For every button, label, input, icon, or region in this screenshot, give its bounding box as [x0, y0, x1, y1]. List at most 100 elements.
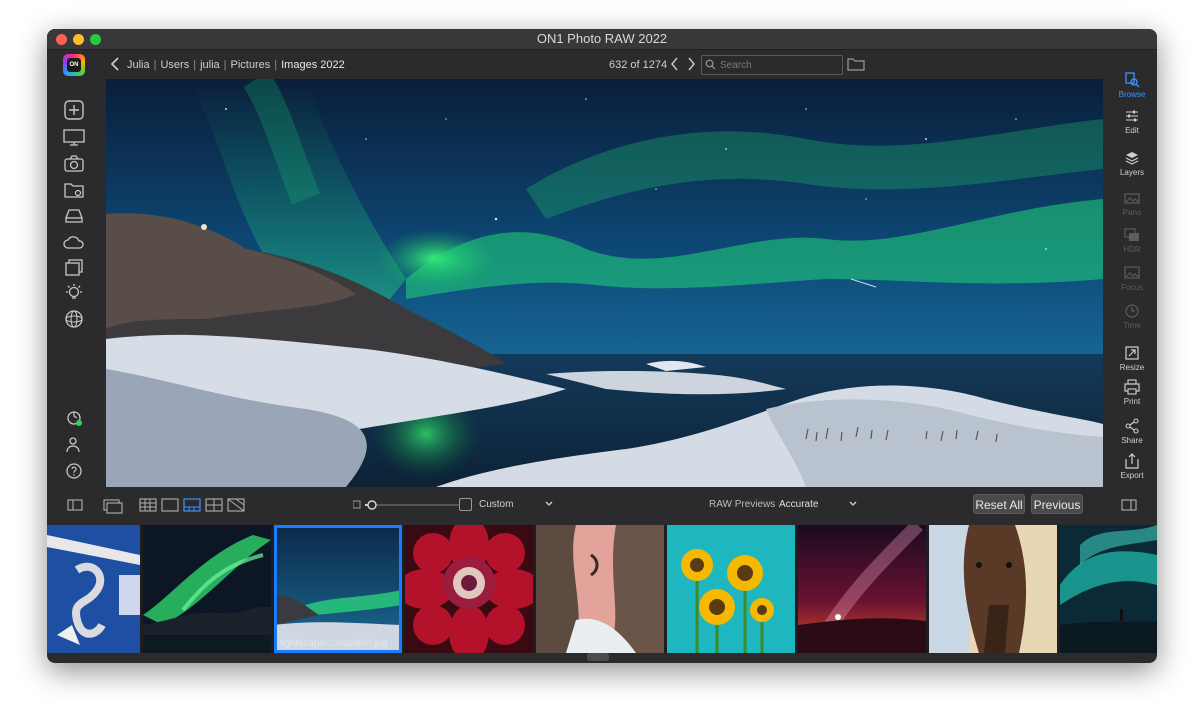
title-bar: ON1 Photo RAW 2022 — [47, 29, 1157, 50]
search-icon — [705, 59, 716, 70]
raw-previews-select[interactable]: Accurate — [779, 499, 818, 510]
module-export[interactable]: Export — [1107, 453, 1157, 480]
thumbnail-aurora-coast[interactable]: lightscape-...nsplash.jpg — [274, 525, 402, 653]
chevron-down-icon[interactable] — [544, 499, 554, 509]
compare-view-icon[interactable] — [205, 498, 223, 514]
module-share[interactable]: Share — [1107, 418, 1157, 445]
folder-search-icon[interactable] — [62, 179, 86, 201]
search-box[interactable] — [701, 55, 843, 75]
main-photo-preview[interactable] — [106, 79, 1103, 487]
folder-icon[interactable] — [847, 57, 865, 71]
thumbnail-horse[interactable] — [929, 525, 1057, 653]
module-browse[interactable]: Browse — [1107, 72, 1157, 99]
albums-icon[interactable] — [62, 256, 86, 278]
monitor-icon[interactable] — [62, 127, 86, 149]
previous-button[interactable]: Previous — [1031, 494, 1083, 514]
breadcrumb-separator: | — [193, 59, 197, 71]
thumbnail-aurora-person[interactable] — [1060, 525, 1157, 653]
logo-text: ON — [67, 58, 81, 72]
module-hdr[interactable]: HDR — [1107, 227, 1157, 254]
breadcrumb-separator: | — [274, 59, 278, 71]
breadcrumb: Julia | Users | julia | Pictures | Images 2022 — [127, 59, 345, 71]
bottom-toolbar: Custom RAW Previews Accurate Reset All P… — [47, 488, 1157, 524]
thumbnail-aerial-beach[interactable] — [536, 525, 664, 653]
custom-checkbox[interactable] — [459, 498, 472, 511]
module-resize[interactable]: Resize — [1107, 345, 1157, 372]
module-label: Pano — [1122, 208, 1142, 217]
filmstrip-resize-handle[interactable] — [587, 653, 609, 661]
thumbnail-blue-building[interactable] — [47, 525, 140, 653]
drive-icon[interactable] — [62, 205, 86, 227]
single-view-icon[interactable] — [161, 498, 179, 514]
module-label: Export — [1120, 471, 1144, 480]
second-display-icon[interactable] — [103, 498, 123, 514]
window-title: ON1 Photo RAW 2022 — [536, 31, 668, 46]
help-icon[interactable] — [62, 460, 86, 482]
module-time[interactable]: Time — [1107, 303, 1157, 330]
search-input[interactable] — [718, 57, 840, 73]
thumbnail-size-slider[interactable] — [352, 498, 473, 512]
filmstrip-view-icon[interactable] — [183, 498, 201, 514]
breadcrumb-item[interactable]: Users — [160, 59, 189, 71]
camera-icon[interactable] — [62, 153, 86, 175]
breadcrumb-item[interactable]: Julia — [127, 59, 150, 71]
module-label: Resize — [1119, 363, 1145, 372]
print-icon — [1124, 379, 1140, 395]
resize-icon — [1125, 346, 1139, 360]
breadcrumb-separator: | — [153, 59, 157, 71]
chevron-down-icon[interactable] — [848, 499, 858, 509]
breadcrumb-item[interactable]: julia — [200, 59, 220, 71]
hdr-icon — [1124, 228, 1139, 241]
breadcrumb-item[interactable]: Pictures — [231, 59, 271, 71]
module-label: Focus — [1121, 283, 1143, 292]
top-navigation: Julia | Users | julia | Pictures | Images 2022 6… — [103, 50, 1103, 80]
thumbnail-milky-way[interactable] — [798, 525, 926, 653]
custom-label: Custom — [479, 499, 514, 510]
module-label: Edit — [1125, 126, 1139, 135]
back-arrow-icon[interactable] — [109, 56, 123, 72]
export-icon — [1125, 453, 1139, 469]
module-label: Layers — [1119, 168, 1144, 177]
module-label: HDR — [1123, 245, 1141, 254]
image-count: 632 of 1274 — [609, 59, 668, 71]
next-image-icon[interactable] — [685, 56, 697, 72]
focus-icon — [1124, 266, 1140, 279]
share-icon — [1125, 418, 1139, 434]
module-focus[interactable]: Focus — [1107, 265, 1157, 292]
module-print[interactable]: Print — [1107, 379, 1157, 406]
add-icon[interactable] — [62, 100, 86, 122]
app-logo[interactable]: ON — [63, 54, 85, 76]
layers-icon — [1125, 152, 1139, 165]
app-window: ON1 Photo RAW 2022 ON Julia | Users | ju… — [47, 29, 1157, 663]
module-label: Time — [1123, 321, 1141, 330]
raw-previews-label: RAW Previews — [709, 499, 776, 510]
browse-icon — [1125, 72, 1140, 88]
grid-view-icon[interactable] — [139, 498, 157, 514]
reset-all-button[interactable]: Reset All — [973, 494, 1025, 514]
time-icon — [1125, 304, 1139, 318]
right-toolbar: Browse Edit Layers Pano HDR Focus Time R… — [1107, 50, 1157, 526]
left-panel-toggle-icon[interactable] — [67, 498, 83, 514]
thumbnail-aurora-mountains[interactable] — [143, 525, 271, 653]
lightbulb-icon[interactable] — [62, 282, 86, 304]
module-edit[interactable]: Edit — [1107, 108, 1157, 135]
module-label: Browse — [1118, 90, 1146, 99]
thumbnail-dahlia[interactable] — [405, 525, 533, 653]
pano-icon — [1124, 193, 1140, 204]
map-view-icon[interactable] — [227, 498, 245, 514]
thumbnail-sunflowers[interactable] — [667, 525, 795, 653]
cloud-icon[interactable] — [62, 231, 86, 253]
breadcrumb-current[interactable]: Images 2022 — [281, 59, 345, 71]
module-layers[interactable]: Layers — [1107, 150, 1157, 177]
breadcrumb-separator: | — [223, 59, 227, 71]
sphere-icon[interactable] — [62, 308, 86, 330]
previous-image-icon[interactable] — [669, 56, 681, 72]
thumbnail-caption: lightscape-...nsplash.jpg — [280, 638, 388, 649]
right-panel-toggle-icon[interactable] — [1121, 498, 1137, 514]
filmstrip: lightscape-...nsplash.jpg — [47, 525, 1157, 653]
module-pano[interactable]: Pano — [1107, 190, 1157, 217]
people-icon[interactable] — [62, 434, 86, 456]
module-label: Print — [1123, 397, 1141, 406]
sync-icon[interactable] — [62, 408, 86, 430]
sliders-icon — [1126, 110, 1138, 122]
